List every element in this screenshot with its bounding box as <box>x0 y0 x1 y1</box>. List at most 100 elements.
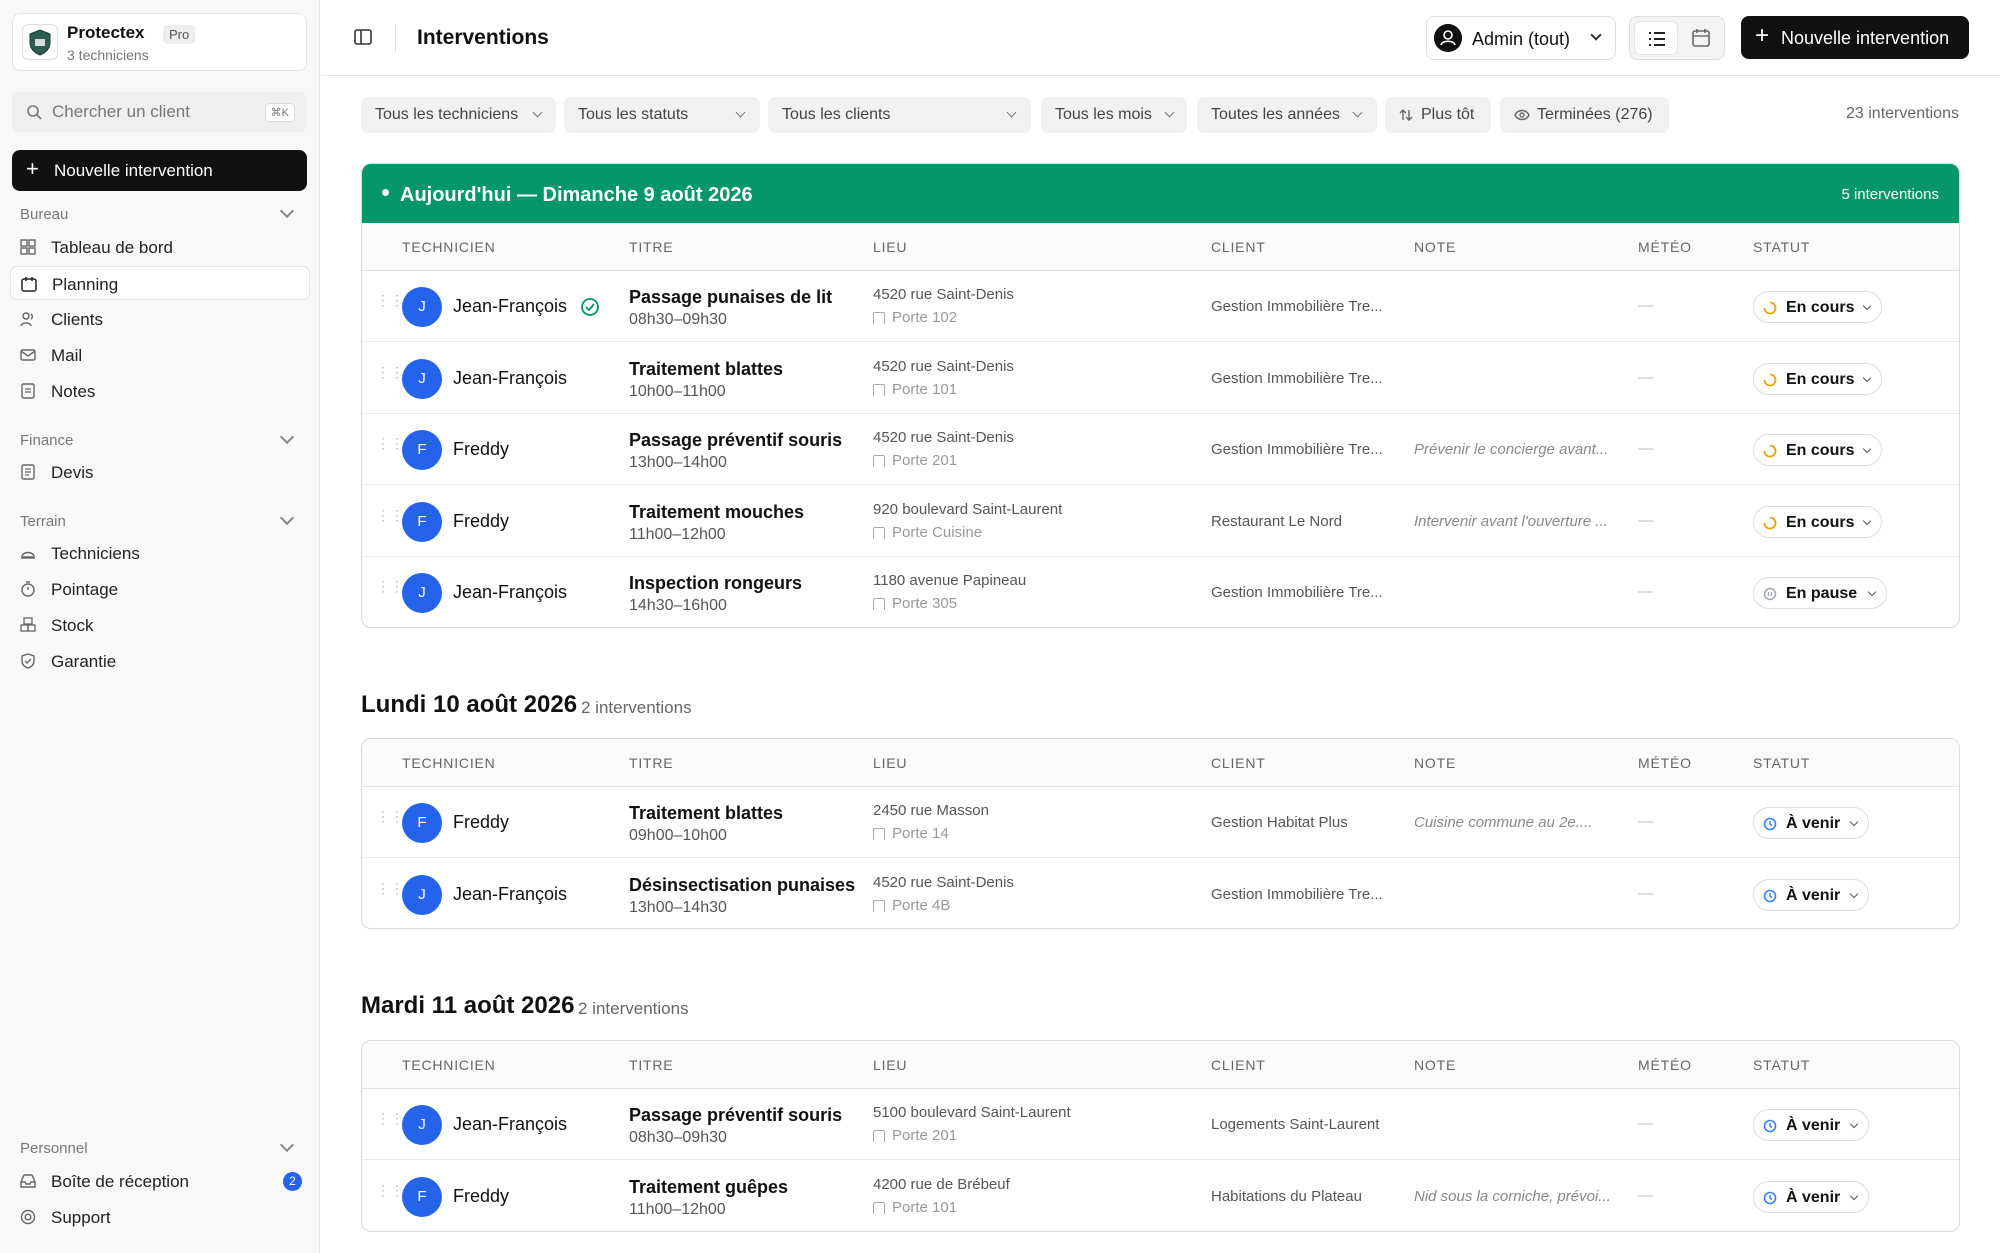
column-header-note: NOTE <box>1414 1057 1457 1073</box>
sidebar-item-notes[interactable]: Notes <box>10 374 310 408</box>
chevron-down-icon <box>1590 29 1602 41</box>
sidebar-toggle-icon[interactable] <box>353 27 373 47</box>
door-icon <box>873 383 885 396</box>
drag-handle-icon[interactable]: ⋮⋮ <box>376 293 404 315</box>
intervention-address: 4520 rue Saint-Denis <box>873 873 1014 891</box>
table-row[interactable]: ⋮⋮ J Jean-François Passage préventif sou… <box>362 1089 1959 1160</box>
column-header-place: LIEU <box>873 239 908 255</box>
sidebar-item-label: Tableau de bord <box>51 238 173 257</box>
table-row[interactable]: ⋮⋮ F Freddy Traitement blattes 09h00–10h… <box>362 787 1959 858</box>
sort-button[interactable]: Plus tôt <box>1385 97 1491 133</box>
sidebar-item-planning[interactable]: Planning <box>10 266 310 300</box>
calendar-view-button[interactable] <box>1680 21 1722 55</box>
new-intervention-button[interactable]: + Nouvelle intervention <box>1741 16 1969 59</box>
status-dropdown[interactable]: En cours <box>1753 434 1882 466</box>
sidebar-new-intervention-button[interactable]: + Nouvelle intervention <box>12 150 307 191</box>
table-row[interactable]: ⋮⋮ F Freddy Traitement mouches 11h00–12h… <box>362 486 1959 557</box>
technician-name: Jean-François <box>453 1114 568 1134</box>
status-dropdown[interactable]: En cours <box>1753 362 1882 395</box>
sidebar-item-mail[interactable]: Mail <box>10 338 310 372</box>
sidebar-item-clients[interactable]: Clients <box>10 302 310 336</box>
sidebar-item-techniciens[interactable]: Techniciens <box>10 536 310 570</box>
intervention-title[interactable]: Inspection rongeurs <box>629 573 802 594</box>
filter-years[interactable]: Toutes les années <box>1197 97 1377 133</box>
list-view-button[interactable] <box>1634 21 1678 55</box>
chevron-down-icon <box>1862 373 1872 382</box>
sidebar-item-garantie[interactable]: Garantie <box>10 644 310 678</box>
drag-handle-icon[interactable]: ⋮⋮ <box>376 881 404 903</box>
org-switcher[interactable]: Protectex Pro 3 techniciens <box>12 13 307 71</box>
drag-handle-icon[interactable]: ⋮⋮ <box>376 1111 404 1133</box>
sidebar-item-devis[interactable]: Devis <box>10 455 310 489</box>
group-count: 2 interventions <box>578 999 689 1018</box>
status-dropdown[interactable]: À venir <box>1753 1109 1869 1141</box>
table-header: TECHNICIEN TITRE LIEU CLIENT NOTE MÉTÉO STATUT <box>362 739 1959 787</box>
intervention-title[interactable]: Passage préventif souris <box>629 430 842 451</box>
intervention-title[interactable]: Traitement blattes <box>629 359 783 380</box>
new-intervention-label: Nouvelle intervention <box>1781 28 1950 48</box>
filter-statuses[interactable]: Tous les statuts <box>564 97 760 133</box>
intervention-client: Gestion Habitat Plus <box>1211 814 1348 831</box>
chevron-down-icon[interactable] <box>279 429 295 445</box>
intervention-title[interactable]: Traitement guêpes <box>629 1177 788 1198</box>
status-dropdown[interactable]: En cours <box>1753 505 1882 538</box>
drag-handle-icon[interactable]: ⋮⋮ <box>376 579 404 601</box>
intervention-title[interactable]: Traitement mouches <box>629 502 804 523</box>
hard-hat-icon <box>21 551 35 559</box>
status-label: À venir <box>1786 1188 1841 1206</box>
sidebar-item-stock[interactable]: Stock <box>10 608 310 642</box>
chevron-down-icon[interactable] <box>279 510 295 526</box>
sidebar-item-label: Planning <box>52 275 119 294</box>
table-row[interactable]: ⋮⋮ F Freddy Traitement guêpes 11h00–12h0… <box>362 1161 1959 1232</box>
status-label: En cours <box>1786 442 1855 459</box>
status-dropdown[interactable]: En pause <box>1753 577 1887 609</box>
table-row[interactable]: ⋮⋮ J Jean-François Désinsectisation puna… <box>362 859 1959 929</box>
admin-scope-select[interactable]: Admin (tout) <box>1426 16 1616 60</box>
chevron-down-icon <box>1849 817 1859 827</box>
filter-label: Tous les statuts <box>578 106 689 123</box>
section-personnel: Personnel <box>20 1140 88 1157</box>
status-label: À venir <box>1786 1117 1841 1134</box>
status-dropdown[interactable]: À venir <box>1753 1180 1869 1213</box>
filter-months[interactable]: Tous les mois <box>1041 97 1187 133</box>
filter-clients[interactable]: Tous les clients <box>768 97 1031 133</box>
sidebar-item-inbox[interactable]: Boîte de réception 2 <box>10 1164 310 1198</box>
sidebar-item-dashboard[interactable]: Tableau de bord <box>10 230 310 264</box>
intervention-title[interactable]: Passage punaises de lit <box>629 287 832 308</box>
status-dropdown[interactable]: À venir <box>1753 878 1869 911</box>
drag-handle-icon[interactable]: ⋮⋮ <box>376 1183 404 1205</box>
search-input[interactable]: Chercher un client ⌘K <box>12 92 307 132</box>
drag-handle-icon[interactable]: ⋮⋮ <box>376 809 404 831</box>
table-row[interactable]: ⋮⋮ J Jean-François Traitement blattes 10… <box>362 343 1959 414</box>
intervention-title[interactable]: Désinsectisation punaises <box>629 875 855 896</box>
table-row[interactable]: ⋮⋮ J Jean-François Passage punaises de l… <box>362 271 1959 342</box>
column-header-tech: TECHNICIEN <box>402 755 496 771</box>
intervention-door: Porte 101 <box>892 1198 958 1216</box>
intervention-client: Gestion Immobilière Tre... <box>1211 369 1383 387</box>
dashboard-icon <box>20 239 36 255</box>
status-dropdown[interactable]: En cours <box>1753 291 1882 323</box>
intervention-time: 09h00–10h00 <box>629 827 727 844</box>
search-shortcut: ⌘K <box>264 103 295 122</box>
intervention-note: Cuisine commune au 2e.... <box>1414 814 1593 831</box>
today-dot-icon <box>382 189 389 196</box>
completed-toggle[interactable]: Terminées (276) <box>1500 97 1669 133</box>
chevron-down-icon[interactable] <box>279 203 295 219</box>
intervention-title[interactable]: Passage préventif souris <box>629 1105 842 1126</box>
drag-handle-icon[interactable]: ⋮⋮ <box>376 508 404 530</box>
sidebar-item-pointage[interactable]: Pointage <box>10 572 310 606</box>
intervention-title[interactable]: Traitement blattes <box>629 803 783 824</box>
calendar-icon <box>21 277 37 292</box>
section-bureau: Bureau <box>20 206 69 223</box>
drag-handle-icon[interactable]: ⋮⋮ <box>376 436 404 458</box>
status-dropdown[interactable]: À venir <box>1753 807 1869 839</box>
divider <box>395 24 396 52</box>
table-row[interactable]: ⋮⋮ J Jean-François Inspection rongeurs 1… <box>362 557 1959 627</box>
filter-technicians[interactable]: Tous les techniciens <box>361 97 556 133</box>
sidebar-item-support[interactable]: Support <box>10 1200 310 1234</box>
group-title: Lundi 10 août 2026 <box>361 691 578 718</box>
drag-handle-icon[interactable]: ⋮⋮ <box>376 365 404 387</box>
chevron-down-icon[interactable] <box>279 1137 295 1153</box>
table-row[interactable]: ⋮⋮ F Freddy Passage préventif souris 13h… <box>362 414 1959 485</box>
topbar: Interventions Admin (tout) + Nouvelle in… <box>321 0 2000 76</box>
